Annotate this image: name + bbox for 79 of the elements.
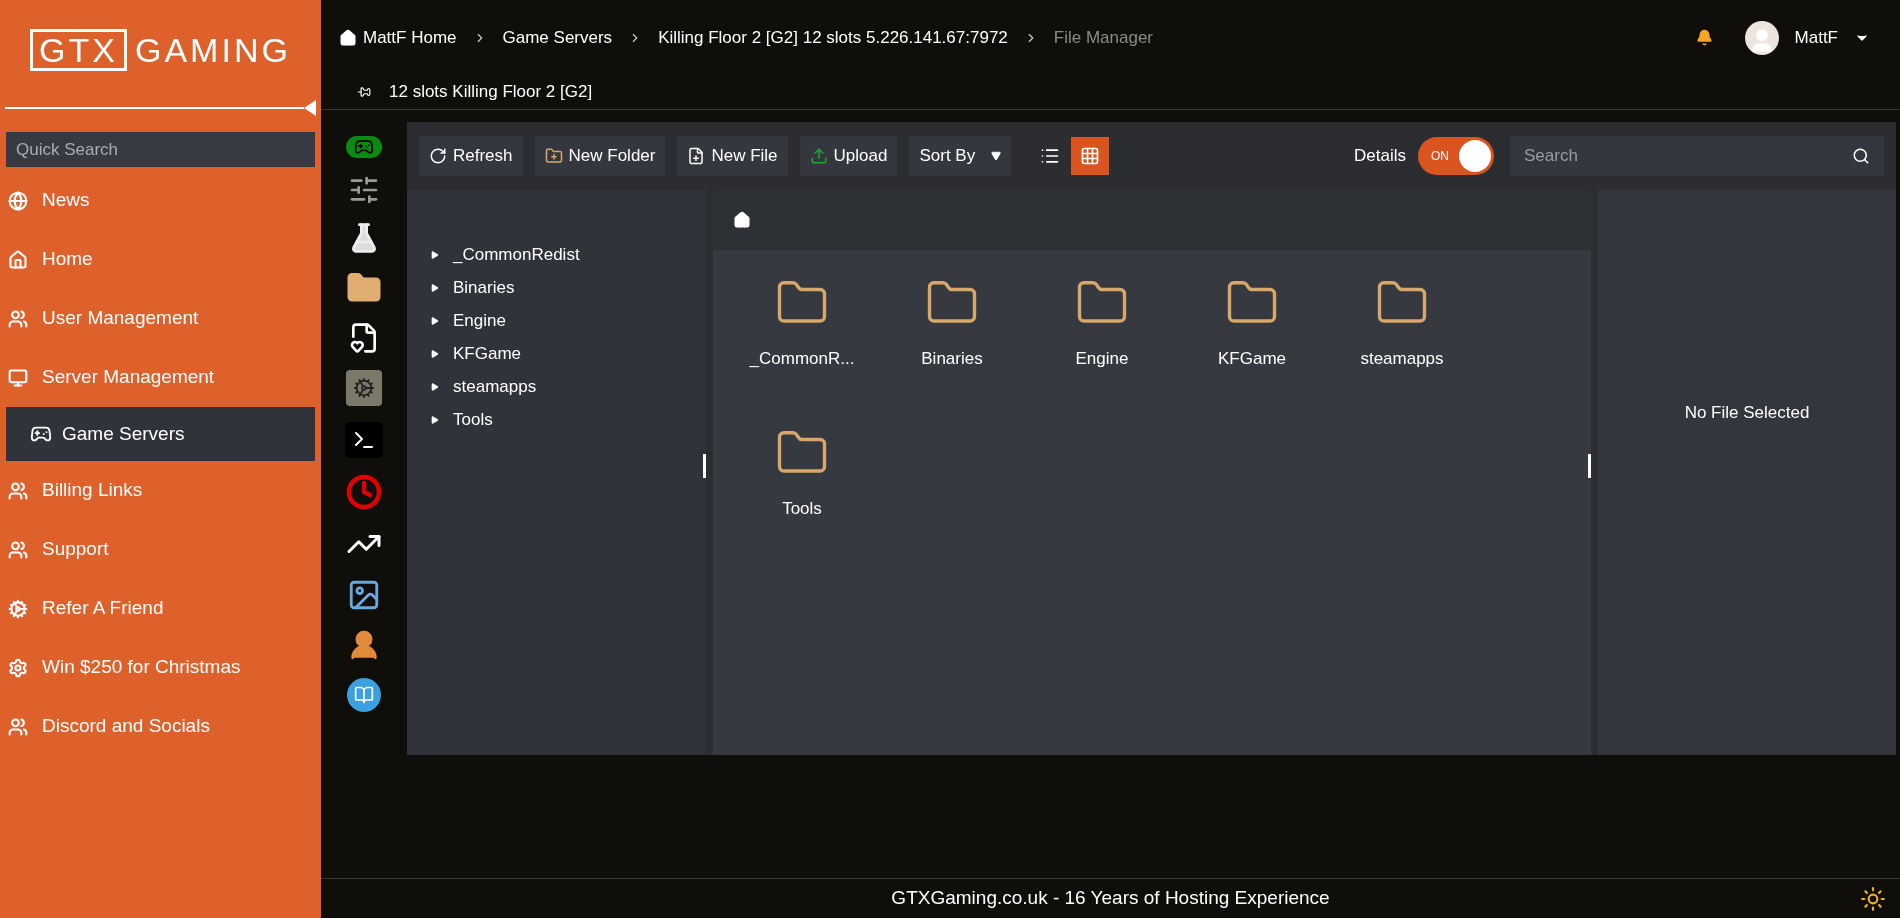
details-toggle[interactable]: ON bbox=[1418, 137, 1494, 175]
breadcrumb-link[interactable]: Game Servers bbox=[502, 24, 613, 51]
sun-icon bbox=[1860, 885, 1886, 912]
gamepad-icon[interactable] bbox=[346, 136, 382, 158]
resize-handle[interactable] bbox=[703, 454, 706, 478]
tree-item[interactable]: _CommonRedist bbox=[431, 238, 706, 271]
breadcrumb-link[interactable]: File Manager bbox=[1053, 24, 1153, 51]
grid-view-button[interactable] bbox=[1071, 137, 1110, 175]
book-icon[interactable] bbox=[347, 678, 381, 712]
quick-search-field[interactable]: Quick Search bbox=[6, 132, 315, 167]
caret-icon bbox=[431, 250, 439, 259]
picture-icon[interactable] bbox=[347, 578, 381, 612]
breadcrumb-link[interactable]: MattF Home bbox=[339, 24, 457, 51]
toolbar-icon bbox=[687, 147, 706, 165]
breadcrumb-link[interactable]: Killing Floor 2 [G2] 12 slots 5.226.141.67:7972 bbox=[658, 24, 1008, 51]
nav-item[interactable]: Server Management bbox=[0, 348, 321, 407]
toolbar-icon bbox=[544, 147, 563, 165]
caret-icon bbox=[431, 382, 439, 391]
toolbar-button[interactable]: New File bbox=[677, 136, 788, 176]
toolbar-icon bbox=[809, 147, 828, 165]
details-message: No File Selected bbox=[1684, 401, 1810, 424]
grid-icon bbox=[1080, 146, 1101, 166]
folder-tile[interactable]: Binaries bbox=[877, 262, 1027, 412]
nav-icon bbox=[8, 598, 28, 619]
folder-tile[interactable]: Engine bbox=[1027, 262, 1177, 412]
bell-icon[interactable] bbox=[1695, 29, 1713, 46]
nav-icon bbox=[8, 367, 28, 388]
details-label: Details bbox=[1354, 145, 1406, 168]
user-name[interactable]: MattF bbox=[1794, 24, 1838, 51]
folder-tile[interactable]: Tools bbox=[727, 412, 877, 562]
clock-icon[interactable] bbox=[346, 474, 382, 510]
home-icon[interactable] bbox=[733, 211, 751, 229]
list-icon bbox=[1040, 146, 1061, 166]
caret-icon bbox=[431, 349, 439, 358]
logo: GTX GAMING bbox=[0, 0, 321, 100]
nav-icon bbox=[8, 539, 28, 560]
tree-item[interactable]: KFGame bbox=[431, 337, 706, 370]
folder-tile[interactable]: _CommonR... bbox=[727, 262, 877, 412]
caret-icon bbox=[991, 151, 1002, 161]
folder-tile[interactable]: steamapps bbox=[1327, 262, 1477, 412]
nav-icon bbox=[8, 249, 28, 270]
search-field[interactable]: Search bbox=[1510, 136, 1884, 176]
toolbar-button[interactable]: New Folder bbox=[534, 136, 666, 176]
server-title: 12 slots Killing Floor 2 [G2] bbox=[389, 81, 593, 104]
home-icon bbox=[339, 28, 357, 47]
nav-icon bbox=[8, 190, 28, 211]
collapse-icon[interactable] bbox=[304, 100, 316, 116]
resize-handle[interactable] bbox=[1588, 454, 1591, 478]
toolbar-button[interactable]: Refresh bbox=[419, 136, 523, 176]
pin-icon[interactable] bbox=[357, 85, 371, 99]
sort-dropdown[interactable]: Sort By bbox=[909, 136, 1012, 176]
caret-icon bbox=[431, 415, 439, 424]
nav-icon bbox=[8, 716, 28, 737]
nav-item[interactable]: Home bbox=[0, 230, 321, 289]
footer-text: GTXGaming.co.uk - 16 Years of Hosting Experience bbox=[891, 886, 1330, 911]
caret-icon bbox=[431, 283, 439, 292]
toolbar-icon bbox=[429, 147, 447, 165]
tree-item[interactable]: steamapps bbox=[431, 370, 706, 403]
nav-icon bbox=[8, 480, 28, 501]
nav-item[interactable]: Billing Links bbox=[0, 461, 321, 520]
nav-item[interactable]: Support bbox=[0, 520, 321, 579]
sliders-icon[interactable] bbox=[348, 174, 380, 206]
folder-tile[interactable]: KFGame bbox=[1177, 262, 1327, 412]
caret-icon bbox=[431, 316, 439, 325]
search-icon[interactable] bbox=[1852, 147, 1870, 165]
nav-item[interactable]: User Management bbox=[0, 289, 321, 348]
nav-icon bbox=[8, 657, 28, 678]
nav-item[interactable]: Discord and Socials bbox=[0, 697, 321, 756]
nav-item[interactable]: Win $250 for Christmas bbox=[0, 638, 321, 697]
tree-item[interactable]: Engine bbox=[431, 304, 706, 337]
nav-item[interactable]: News bbox=[0, 171, 321, 230]
nav-subitem[interactable]: Game Servers bbox=[6, 407, 315, 461]
tree-item[interactable]: Binaries bbox=[431, 271, 706, 304]
toolbar-button[interactable]: Upload bbox=[799, 136, 898, 176]
tree-item[interactable]: Tools bbox=[431, 403, 706, 436]
terminal-icon[interactable] bbox=[345, 422, 383, 458]
nav-icon bbox=[8, 308, 28, 329]
user-avatar[interactable] bbox=[1744, 20, 1779, 55]
nav-item[interactable]: Refer A Friend bbox=[0, 579, 321, 638]
